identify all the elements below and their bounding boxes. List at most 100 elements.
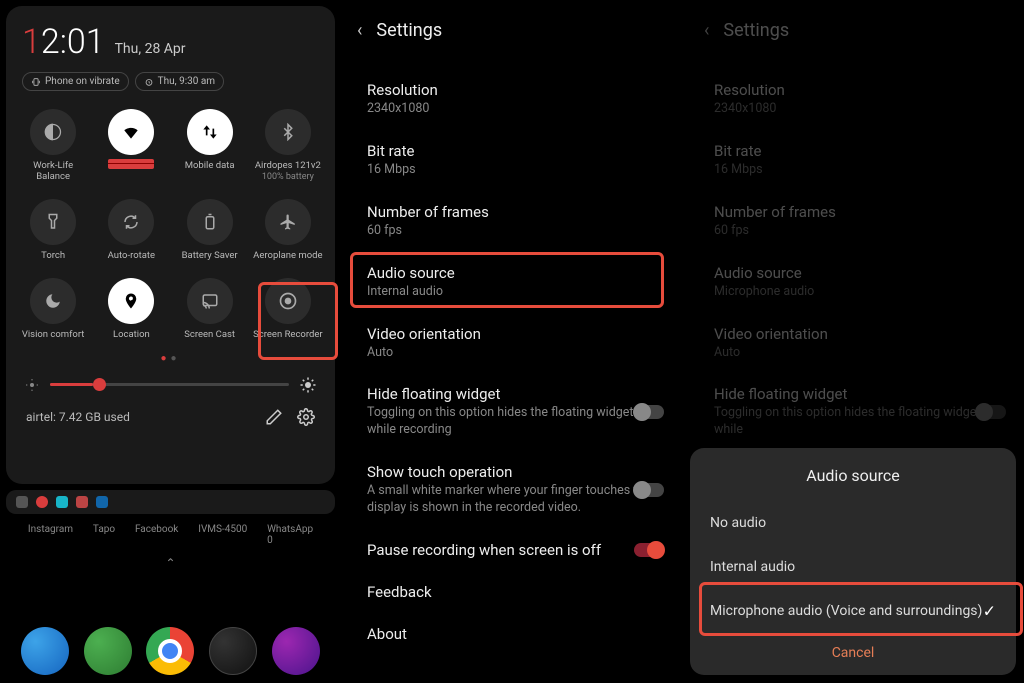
setting-title: Pause recording when screen is off [367, 541, 664, 559]
setting-pause-recording-when-screen-is-off[interactable]: Pause recording when screen is off [349, 529, 682, 571]
qs-label: Aeroplane mode [253, 251, 322, 262]
qs-tile-record[interactable]: Screen Recorder [249, 274, 327, 345]
page-title: Settings [376, 20, 442, 41]
bluetooth-icon [265, 109, 311, 155]
rotate-icon [108, 199, 154, 245]
dialog-option-0[interactable]: No audio [690, 501, 1016, 545]
toggle[interactable] [634, 543, 664, 557]
qs-tile-bluetooth[interactable]: Airdopes 121v2100% battery [249, 105, 327, 187]
home-app-label[interactable]: Instagram [28, 524, 73, 546]
gear-icon[interactable] [297, 408, 315, 426]
setting-title: Hide floating widget [367, 385, 664, 403]
setting-title: Number of frames [367, 203, 664, 221]
brightness-slider[interactable] [50, 383, 289, 386]
settings-panel-dialog: ‹ Settings Resolution 2340x1080 Bit rate16… [682, 0, 1024, 683]
setting-title: Number of frames [714, 203, 1006, 221]
toggle[interactable] [634, 405, 664, 419]
qs-tile-pin[interactable]: Location [92, 274, 170, 345]
half-moon-icon [30, 109, 76, 155]
page-title: Settings [723, 20, 789, 41]
chip-alarm[interactable]: Thu, 9:30 am [135, 72, 224, 91]
notification-strip[interactable] [6, 490, 335, 514]
edit-icon[interactable] [265, 408, 283, 426]
setting-hide-floating-widget[interactable]: Hide floating widget Toggling on this opt… [349, 373, 682, 451]
settings-panel: ‹ Settings Resolution 2340x1080 Bit rate16… [341, 0, 682, 683]
home-app-labels: Instagram Tapo Facebook IVMS-4500 WhatsApp0 [0, 514, 341, 550]
home-app-label[interactable]: WhatsApp0 [267, 524, 313, 546]
brightness-high-icon [299, 376, 317, 394]
dock-messages[interactable] [84, 627, 132, 675]
brightness-slider-row [14, 370, 327, 400]
qs-label: Location [113, 330, 150, 341]
dock-phone[interactable] [21, 627, 69, 675]
qs-label: Battery Saver [182, 251, 238, 262]
setting-hide-floating-widget: Hide floating widgetToggling on this opt… [696, 373, 1024, 451]
setting-sub: 2340x1080 [367, 101, 664, 118]
setting-bit-rate[interactable]: Bit rate16 Mbps [349, 130, 682, 191]
setting-audio-source: Audio source Microphone audio [696, 252, 1024, 313]
dialog-option-2[interactable]: Microphone audio (Voice and surroundings… [690, 589, 1016, 633]
setting-title: Audio source [714, 264, 1006, 282]
setting-sub: Internal audio [367, 284, 664, 301]
setting-title: Video orientation [367, 325, 664, 343]
page-indicator: ●● [14, 353, 327, 364]
setting-video-orientation: Video orientation Auto [696, 313, 1024, 374]
qs-label: Airdopes 121v2100% battery [255, 161, 321, 182]
qs-tile-cast[interactable]: Screen Cast [171, 274, 249, 345]
setting-title: Resolution [367, 81, 664, 99]
dock-chrome[interactable] [146, 627, 194, 675]
home-app-label[interactable]: Tapo [93, 524, 115, 546]
toggle[interactable] [634, 483, 664, 497]
qs-tile-data-arrows[interactable]: Mobile data [171, 105, 249, 187]
setting-video-orientation[interactable]: Video orientationAuto [349, 313, 682, 374]
dock-camera[interactable] [272, 627, 320, 675]
qs-label: Vision comfort [22, 330, 85, 341]
qs-label: Screen Recorder [253, 330, 322, 341]
qs-tile-rotate[interactable]: Auto-rotate [92, 195, 170, 266]
brightness-low-icon [24, 377, 40, 393]
dialog-cancel[interactable]: Cancel [690, 633, 1016, 665]
qs-label: Mobile data [185, 161, 235, 172]
setting-sub: Toggling on this option hides the floati… [714, 405, 1006, 439]
setting-bit-rate: Bit rate16 Mbps [696, 130, 1024, 191]
wifi-icon [108, 109, 154, 155]
qs-tile-battery[interactable]: Battery Saver [171, 195, 249, 266]
setting-sub: Auto [714, 345, 1006, 362]
setting-audio-source[interactable]: Audio source Internal audio [349, 252, 682, 313]
dialog-option-1[interactable]: Internal audio [690, 545, 1016, 589]
qs-tile-half-moon[interactable]: Work-Life Balance [14, 105, 92, 187]
setting-sub: Microphone audio [714, 284, 1006, 301]
setting-feedback[interactable]: Feedback [349, 571, 682, 613]
setting-number-of-frames: Number of frames 60 fps [696, 191, 1024, 252]
back-icon[interactable]: ‹ [357, 20, 362, 41]
qs-tile-moon[interactable]: Vision comfort [14, 274, 92, 345]
qs-tile-flashlight[interactable]: Torch [14, 195, 92, 266]
setting-number-of-frames[interactable]: Number of frames60 fps [349, 191, 682, 252]
dialog-title: Audio source [690, 466, 1016, 501]
home-app-label[interactable]: IVMS-4500 [198, 524, 247, 546]
setting-title: Feedback [367, 583, 664, 601]
qs-tile-plane[interactable]: Aeroplane mode [249, 195, 327, 266]
app-drawer-handle[interactable]: ⌃ [0, 550, 341, 576]
setting-title: Bit rate [714, 142, 1006, 160]
setting-title: Audio source [367, 264, 664, 282]
home-app-label[interactable]: Facebook [135, 524, 178, 546]
toggle [976, 405, 1006, 419]
setting-about[interactable]: About [349, 613, 682, 655]
qs-grid: Work-Life Balance Mobile data Airdopes 121… [14, 105, 327, 345]
chip-vibrate[interactable]: Phone on vibrate [22, 72, 129, 91]
dock-clock[interactable] [209, 627, 257, 675]
qs-label: Screen Cast [184, 330, 235, 341]
setting-title: Resolution [714, 81, 1006, 99]
setting-sub: 2340x1080 [714, 101, 1006, 118]
setting-sub: 60 fps [714, 223, 1006, 240]
setting-sub: A small white marker where your finger t… [367, 483, 664, 517]
setting-show-touch-operation[interactable]: Show touch operationA small white marker… [349, 451, 682, 529]
setting-sub: Toggling on this option hides the floati… [367, 405, 664, 439]
setting-title: Video orientation [714, 325, 1006, 343]
qs-tile-wifi[interactable] [92, 105, 170, 187]
clock: 12:01 [22, 22, 105, 62]
qs-label: Auto-rotate [108, 251, 155, 262]
back-icon: ‹ [704, 20, 709, 41]
setting-resolution[interactable]: Resolution 2340x1080 [349, 69, 682, 130]
